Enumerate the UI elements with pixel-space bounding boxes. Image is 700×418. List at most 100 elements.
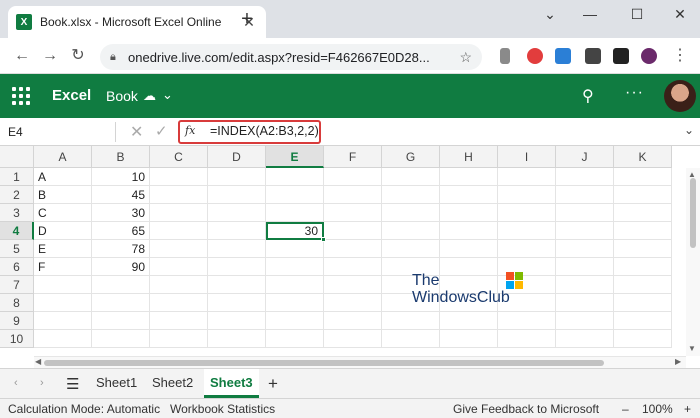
cell-d4[interactable] (208, 222, 266, 240)
cell-a9[interactable] (34, 312, 92, 330)
cell-g4[interactable] (382, 222, 440, 240)
row-header-4[interactable]: 4 (0, 222, 34, 240)
app-launcher-icon[interactable] (12, 87, 30, 105)
cell-a4[interactable]: D (34, 222, 92, 240)
cell-c5[interactable] (150, 240, 208, 258)
column-header-k[interactable]: K (614, 146, 672, 168)
cell-e10[interactable] (266, 330, 324, 348)
cell-k2[interactable] (614, 186, 672, 204)
cell-k7[interactable] (614, 276, 672, 294)
cell-f7[interactable] (324, 276, 382, 294)
search-icon[interactable]: ⚲ (582, 86, 594, 106)
sheet-tab-sheet1[interactable]: Sheet1 (90, 369, 143, 398)
column-header-d[interactable]: D (208, 146, 266, 168)
cell-e9[interactable] (266, 312, 324, 330)
cell-h5[interactable] (440, 240, 498, 258)
new-tab-icon[interactable]: + (236, 8, 258, 31)
row-header-1[interactable]: 1 (0, 168, 34, 186)
cell-f2[interactable] (324, 186, 382, 204)
cell-k6[interactable] (614, 258, 672, 276)
vertical-scrollbar[interactable]: ▲ ▼ (686, 168, 700, 356)
cell-f10[interactable] (324, 330, 382, 348)
cell-b2[interactable]: 45 (92, 186, 150, 204)
back-icon[interactable]: ← (12, 46, 32, 66)
cell-f8[interactable] (324, 294, 382, 312)
row-header-7[interactable]: 7 (0, 276, 34, 294)
document-name[interactable]: Book (106, 88, 138, 104)
maximize-icon[interactable]: ☐ (622, 4, 652, 24)
column-header-i[interactable]: I (498, 146, 556, 168)
cell-e5[interactable] (266, 240, 324, 258)
more-options-icon[interactable]: ··· (625, 84, 644, 102)
cell-e1[interactable] (266, 168, 324, 186)
cell-e8[interactable] (266, 294, 324, 312)
expand-formula-bar-icon[interactable]: ⌄ (684, 123, 694, 137)
scroll-left-icon[interactable]: ◀ (35, 357, 41, 366)
cell-a7[interactable] (34, 276, 92, 294)
cell-b3[interactable]: 30 (92, 204, 150, 222)
cell-k3[interactable] (614, 204, 672, 222)
cell-b6[interactable]: 90 (92, 258, 150, 276)
cell-a10[interactable] (34, 330, 92, 348)
cell-k10[interactable] (614, 330, 672, 348)
cell-j3[interactable] (556, 204, 614, 222)
name-box[interactable]: E4 (4, 122, 116, 142)
fill-handle[interactable] (321, 237, 326, 242)
cell-k1[interactable] (614, 168, 672, 186)
cell-a3[interactable]: C (34, 204, 92, 222)
cell-c10[interactable] (150, 330, 208, 348)
extension-bing-icon[interactable] (555, 48, 571, 64)
next-sheet-icon[interactable]: › (40, 377, 44, 389)
browser-tab[interactable]: X Book.xlsx - Microsoft Excel Online ✕ (8, 6, 266, 38)
cell-g1[interactable] (382, 168, 440, 186)
sheet-tab-sheet3[interactable]: Sheet3 (204, 369, 259, 398)
cell-i1[interactable] (498, 168, 556, 186)
cell-i2[interactable] (498, 186, 556, 204)
cell-d8[interactable] (208, 294, 266, 312)
cell-j6[interactable] (556, 258, 614, 276)
extensions-puzzle-icon[interactable] (585, 48, 601, 64)
cell-g5[interactable] (382, 240, 440, 258)
cell-i10[interactable] (498, 330, 556, 348)
row-header-9[interactable]: 9 (0, 312, 34, 330)
cell-k9[interactable] (614, 312, 672, 330)
document-menu-chevron-icon[interactable]: ⌄ (162, 87, 173, 103)
all-sheets-menu-icon[interactable]: ☰ (66, 375, 79, 393)
cell-f1[interactable] (324, 168, 382, 186)
cell-h1[interactable] (440, 168, 498, 186)
cell-i3[interactable] (498, 204, 556, 222)
cell-c3[interactable] (150, 204, 208, 222)
calculation-mode[interactable]: Calculation Mode: Automatic (8, 402, 160, 416)
cell-a5[interactable]: E (34, 240, 92, 258)
column-header-e[interactable]: E (266, 146, 324, 168)
column-header-c[interactable]: C (150, 146, 208, 168)
cell-d1[interactable] (208, 168, 266, 186)
sync-status-icon[interactable]: ☁︎ (143, 88, 156, 104)
row-header-6[interactable]: 6 (0, 258, 34, 276)
cell-d10[interactable] (208, 330, 266, 348)
extension-u-icon[interactable] (500, 48, 510, 64)
active-cell-e4[interactable]: 30 (266, 222, 324, 240)
close-window-icon[interactable]: ✕ (665, 4, 695, 24)
cell-i4[interactable] (498, 222, 556, 240)
cell-d6[interactable] (208, 258, 266, 276)
cell-c6[interactable] (150, 258, 208, 276)
cell-h10[interactable] (440, 330, 498, 348)
forward-icon[interactable]: → (40, 46, 60, 66)
column-header-j[interactable]: J (556, 146, 614, 168)
cell-f4[interactable] (324, 222, 382, 240)
profile-avatar-icon[interactable] (641, 48, 657, 64)
cell-d9[interactable] (208, 312, 266, 330)
cell-j7[interactable] (556, 276, 614, 294)
cell-c2[interactable] (150, 186, 208, 204)
cell-e2[interactable] (266, 186, 324, 204)
cell-g10[interactable] (382, 330, 440, 348)
cell-b8[interactable] (92, 294, 150, 312)
cell-h9[interactable] (440, 312, 498, 330)
cell-j10[interactable] (556, 330, 614, 348)
cell-a8[interactable] (34, 294, 92, 312)
lock-icon[interactable]: 🔒︎ (110, 51, 122, 64)
extension-record-icon[interactable] (527, 48, 543, 64)
cell-c4[interactable] (150, 222, 208, 240)
cell-f6[interactable] (324, 258, 382, 276)
